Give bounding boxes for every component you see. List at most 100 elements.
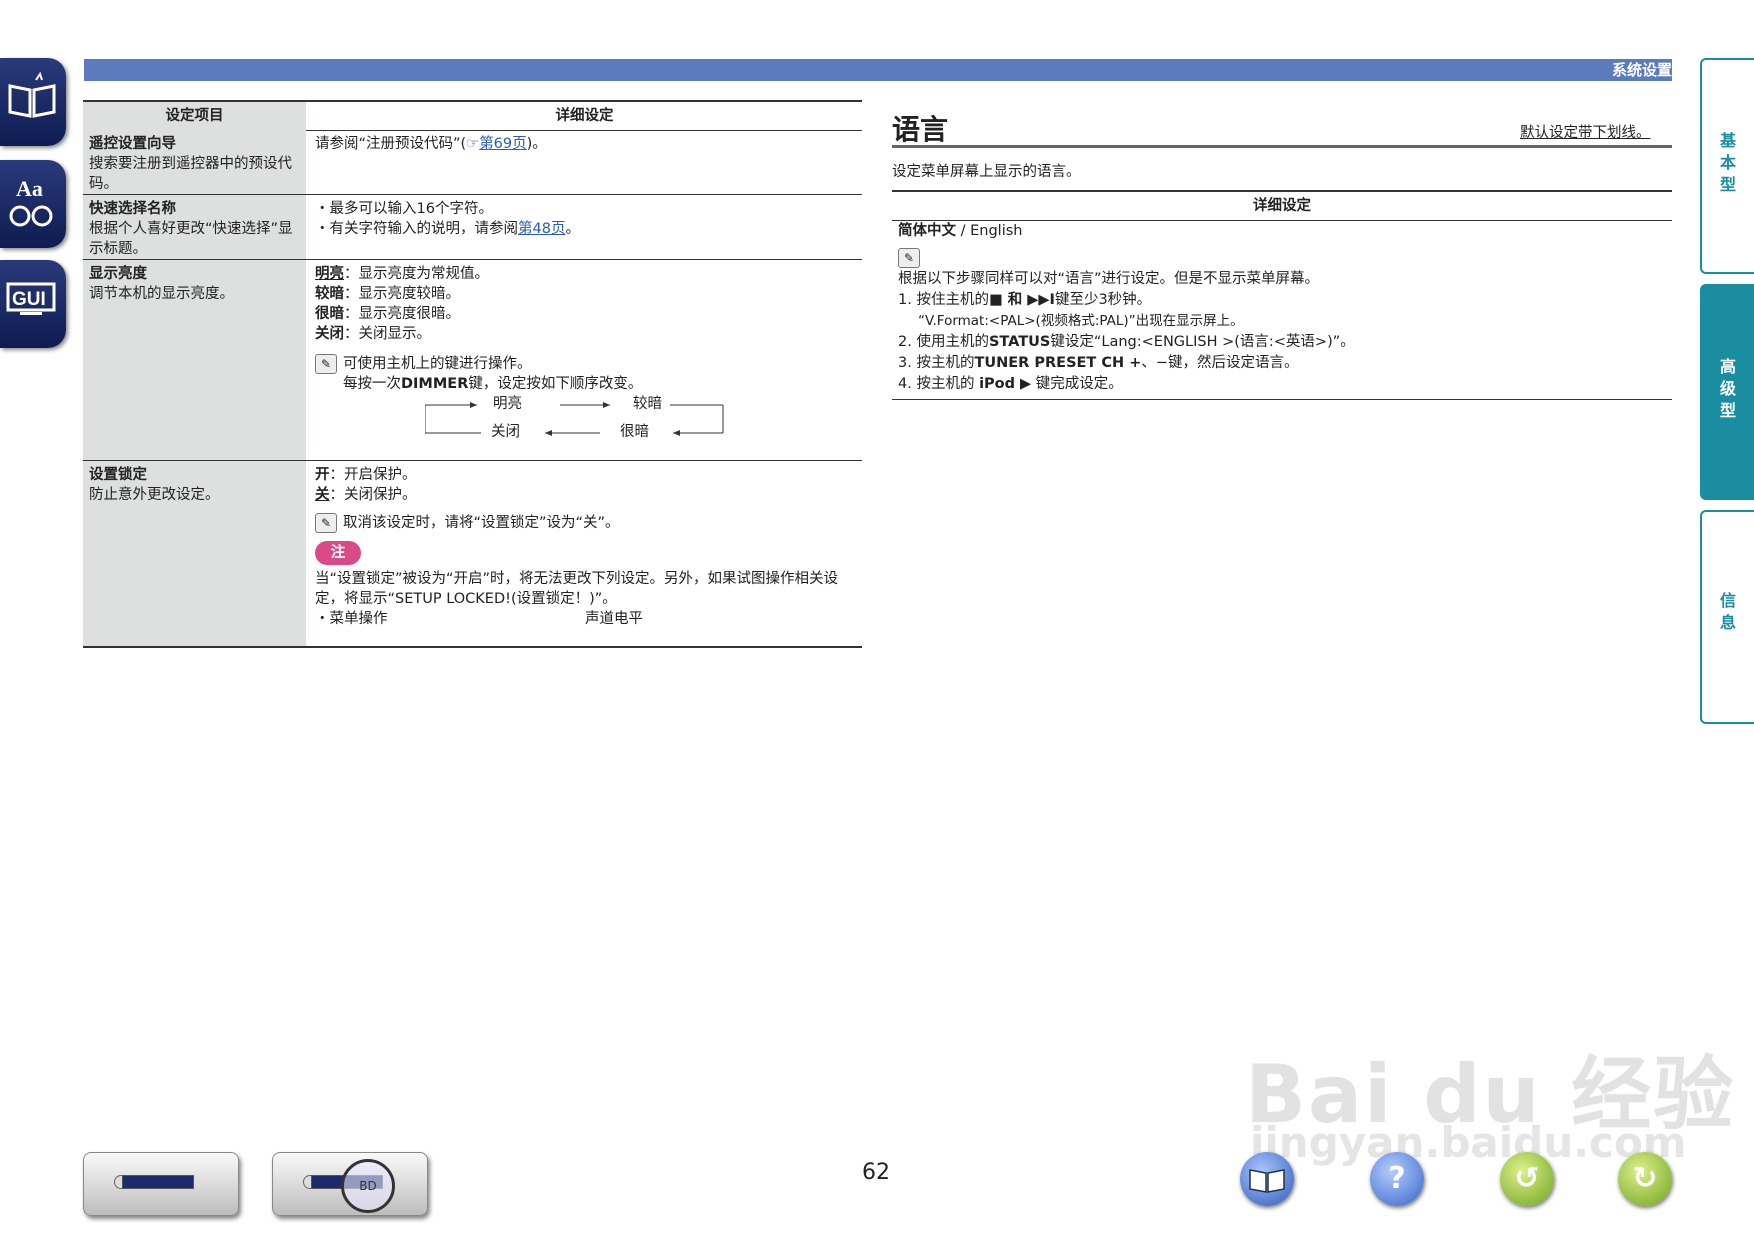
side-tab-basic[interactable]: 基本型 (1700, 58, 1754, 274)
tab-font[interactable]: Aa (0, 160, 66, 248)
intro-text: 根据以下步骤同样可以对“语言”进行设定。但是不显示菜单屏幕。 (898, 271, 1320, 287)
side-tab-label: 基本型 (1719, 131, 1736, 194)
row-item-desc: 搜索要注册到遥控器中的预设代码。 (89, 156, 292, 192)
svg-text:Aa: Aa (16, 176, 43, 201)
title-divider (892, 145, 1672, 148)
step-text: 3. 按主机的 (898, 355, 975, 371)
detail-header: 详细设定 (892, 190, 1672, 221)
step-text: 1. 按住主机的 (898, 292, 989, 308)
bullet-suffix: 。 (565, 221, 580, 237)
contents-button[interactable] (1240, 1152, 1294, 1206)
option-default: 简体中文 (898, 223, 956, 239)
page-link[interactable]: 第69页 (479, 136, 526, 152)
pencil-icon: ✎ (315, 354, 337, 374)
option-key: 较暗 (315, 286, 344, 302)
step-text: 4. 按主机的 (898, 376, 980, 392)
note-text: 取消该设定时，请将“设置锁定”设为“关”。 (343, 515, 620, 531)
key-name: STATUS (988, 334, 1051, 350)
display-icon (122, 1175, 194, 1189)
dimmer-cycle-diagram: 明亮 较暗 很暗 关闭 (315, 396, 854, 440)
key-name: TUNER PRESET CH + (974, 355, 1142, 371)
undo-arrow-icon: ↺ (1514, 1161, 1540, 1196)
question-icon: ? (1388, 1161, 1406, 1196)
row-item-desc: 防止意外更改设定。 (89, 487, 220, 503)
option-key: 明亮 (315, 266, 344, 282)
table-row: 遥控设置向导 搜索要注册到遥控器中的预设代码。 请参阅“注册预设代码”(☞第69… (83, 130, 862, 195)
key-name: ■ 和 ▶▶I (988, 292, 1055, 308)
font-icon: Aa (9, 176, 53, 227)
col-header-item: 设定项目 (83, 102, 306, 130)
detail-text: 请参阅“注册预设代码”( (315, 136, 467, 152)
row-item-desc: 调节本机的显示亮度。 (89, 286, 234, 302)
cycle-dim: 较暗 (633, 396, 662, 412)
section-header-bar (84, 59, 1672, 81)
page-link[interactable]: 第48页 (518, 221, 565, 237)
caution-text: 当“设置锁定”被设为“开启”时，将无法更改下列设定。另外，如果试图操作相关设定，… (315, 571, 839, 607)
redo-arrow-icon: ↻ (1632, 1161, 1658, 1196)
page-number: 62 (862, 1160, 890, 1185)
watermark-url: jingyan.baidu.com (1250, 1118, 1687, 1167)
option-value: 显示亮度很暗。 (358, 306, 461, 322)
magnifier-icon: BD (341, 1159, 395, 1213)
option-rest: / English (956, 223, 1023, 239)
front-panel-button[interactable] (83, 1152, 239, 1216)
option-value: 关闭保护。 (344, 487, 417, 503)
gui-icon: GUI (6, 282, 56, 315)
option-key: 关闭 (315, 326, 344, 342)
note-text: 键，设定按如下顺序改变。 (468, 376, 643, 392)
step-text: 键设定“Lang:<ENGLISH >(语言:<英语>)”。 (1050, 334, 1355, 350)
note-text: 每按一次 (343, 376, 401, 392)
tab-book[interactable] (0, 58, 66, 146)
option-value: 显示亮度为常规值。 (358, 266, 490, 282)
cycle-off: 关闭 (491, 424, 520, 440)
table-row: 设置锁定 防止意外更改设定。 开：开启保护。 关：关闭保护。 ✎ 取消该设定时，请… (83, 461, 862, 648)
row-item-title: 设置锁定 (89, 467, 147, 483)
detail-text: )。 (526, 136, 547, 152)
section-title: 系统设置 (1611, 61, 1672, 79)
remote-button[interactable]: BD (272, 1152, 428, 1216)
back-button[interactable]: ↺ (1500, 1152, 1554, 1206)
pencil-icon: ✎ (898, 248, 920, 268)
note-text: 可使用主机上的键进行操作。 (343, 356, 532, 372)
language-detail: 简体中文 / English ✎ 根据以下步骤同样可以对“语言”进行设定。但是不… (892, 219, 1672, 400)
row-item-title: 遥控设置向导 (89, 136, 176, 152)
svg-text:GUI: GUI (12, 289, 46, 310)
cycle-bright: 明亮 (493, 396, 522, 412)
option-key: 开 (315, 467, 330, 483)
step-text: 2. 使用主机的 (898, 334, 989, 350)
step-text: 、−键，然后设定语言。 (1141, 355, 1299, 371)
table-row: 快速选择名称 根据个人喜好更改“快速选择”显示标题。 ・最多可以输入16个字符。… (83, 195, 862, 260)
list-item: ・菜单操作 (315, 611, 388, 627)
key-name: iPod ▶ (979, 376, 1032, 392)
step-sub: “V.Format:<PAL>(视频格式:PAL)”出现在显示屏上。 (918, 313, 1244, 329)
bullet: ・最多可以输入16个字符。 (315, 201, 493, 217)
option-key: 关 (315, 487, 330, 503)
tab-gui[interactable]: GUI (0, 260, 66, 348)
key-name: DIMMER (401, 376, 469, 392)
section-description: 设定菜单屏幕上显示的语言。 (892, 164, 1081, 180)
side-tab-advanced[interactable]: 高级型 (1700, 284, 1754, 500)
bullet: ・有关字符输入的说明，请参阅 (315, 221, 518, 237)
step-text: 键完成设定。 (1031, 376, 1123, 392)
row-item-title: 快速选择名称 (89, 201, 176, 217)
side-tab-info[interactable]: 信息 (1700, 510, 1754, 724)
forward-button[interactable]: ↻ (1618, 1152, 1672, 1206)
cycle-dark: 很暗 (620, 424, 649, 440)
table-row: 显示亮度 调节本机的显示亮度。 明亮：显示亮度为常规值。 较暗：显示亮度较暗。 … (83, 260, 862, 461)
col-header-detail: 详细设定 (555, 108, 614, 124)
pencil-icon: ✎ (315, 513, 337, 533)
option-value: 关闭显示。 (358, 326, 432, 342)
side-tab-label: 信息 (1719, 591, 1736, 632)
list-item: 声道电平 (585, 611, 643, 627)
book-icon (1249, 1169, 1285, 1193)
option-value: 显示亮度较暗。 (358, 286, 461, 302)
row-item-desc: 根据个人喜好更改“快速选择”显示标题。 (89, 221, 293, 257)
default-note: 默认设定带下划线。 (1520, 125, 1651, 141)
device-label: BD (359, 1179, 377, 1193)
page-title: 语言 (892, 113, 949, 146)
side-tab-label: 高级型 (1719, 357, 1736, 420)
step-text: 键至少3秒钟。 (1054, 292, 1152, 308)
help-button[interactable]: ? (1370, 1152, 1424, 1206)
pointer-icon: ☞ (466, 136, 480, 152)
book-icon (8, 72, 56, 118)
